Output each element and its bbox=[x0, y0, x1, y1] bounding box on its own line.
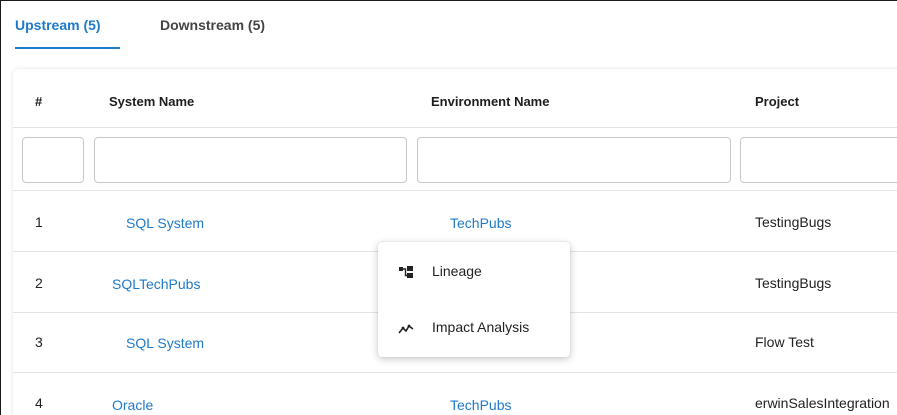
filter-system-name-input[interactable] bbox=[94, 137, 407, 183]
lineage-panel: Upstream (5) Downstream (5) # System Nam… bbox=[0, 0, 897, 415]
environment-name-link[interactable]: TechPubs bbox=[450, 215, 511, 231]
menu-item-impact-analysis[interactable]: Impact Analysis bbox=[378, 308, 570, 348]
menu-item-label: Lineage bbox=[432, 263, 482, 279]
project-name: erwinSalesIntegration bbox=[755, 395, 890, 411]
tab-downstream[interactable]: Downstream (5) bbox=[160, 17, 265, 33]
project-name: Flow Test bbox=[755, 334, 814, 350]
filter-environment-name-input[interactable] bbox=[417, 137, 731, 183]
row-number: 3 bbox=[35, 334, 43, 350]
filter-divider bbox=[13, 190, 897, 191]
column-header-system-name[interactable]: System Name bbox=[109, 94, 194, 109]
impact-analysis-icon bbox=[398, 320, 414, 336]
tab-bar: Upstream (5) Downstream (5) bbox=[1, 1, 897, 61]
system-name-link[interactable]: SQL System bbox=[126, 335, 204, 351]
column-header-number[interactable]: # bbox=[35, 94, 42, 109]
project-name: TestingBugs bbox=[755, 214, 832, 230]
row-divider bbox=[13, 372, 897, 373]
column-header-environment-name[interactable]: Environment Name bbox=[431, 94, 549, 109]
menu-item-label: Impact Analysis bbox=[432, 319, 530, 335]
system-name-link[interactable]: SQL System bbox=[126, 215, 204, 231]
header-divider bbox=[13, 127, 897, 128]
project-name: TestingBugs bbox=[755, 275, 832, 291]
lineage-icon bbox=[398, 264, 414, 280]
row-number: 2 bbox=[35, 275, 43, 291]
row-number: 1 bbox=[35, 214, 43, 230]
system-name-link[interactable]: Oracle bbox=[112, 397, 153, 413]
system-name-link[interactable]: SQLTechPubs bbox=[112, 276, 200, 292]
row-number: 4 bbox=[35, 395, 43, 411]
tab-upstream[interactable]: Upstream (5) bbox=[15, 17, 101, 33]
menu-item-lineage[interactable]: Lineage bbox=[378, 252, 570, 292]
column-header-project[interactable]: Project bbox=[755, 94, 799, 109]
row-context-menu: Lineage Impact Analysis bbox=[378, 242, 570, 357]
active-tab-indicator bbox=[15, 47, 120, 49]
environment-name-link[interactable]: TechPubs bbox=[450, 397, 511, 413]
filter-project-input[interactable] bbox=[740, 137, 897, 183]
filter-number-input[interactable] bbox=[22, 137, 84, 183]
